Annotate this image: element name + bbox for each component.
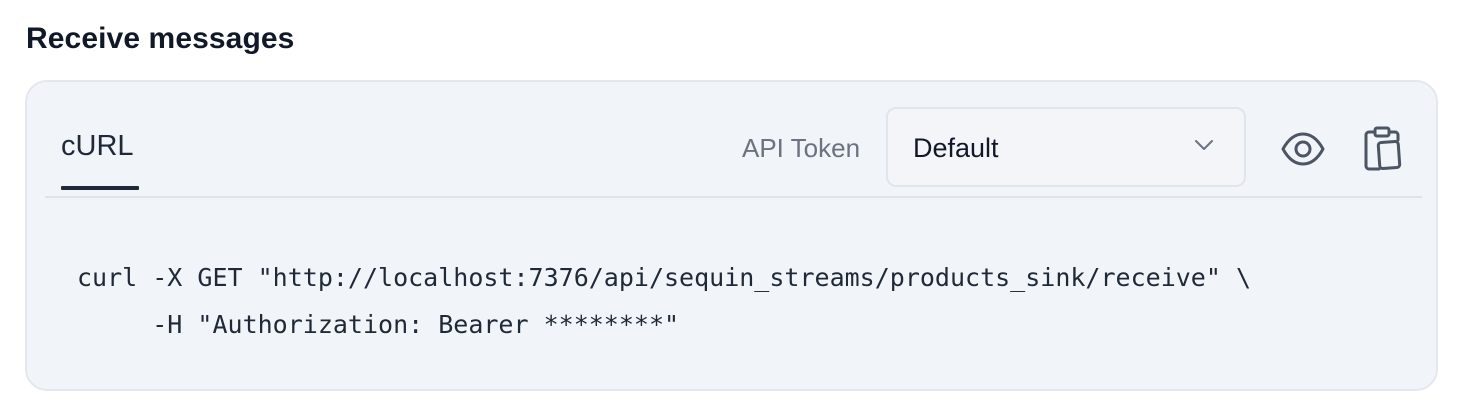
tab-curl[interactable]: cURL	[61, 130, 134, 163]
copy-code-button[interactable]	[1361, 124, 1407, 171]
code-line: curl -X GET "http://localhost:7376/api/s…	[77, 263, 1251, 292]
tab-bar: cURL API Token Default	[45, 82, 1422, 198]
api-token-select[interactable]: Default	[886, 107, 1246, 187]
api-token-select-value: Default	[913, 133, 999, 163]
chevron-down-icon	[1195, 140, 1213, 150]
reveal-token-button[interactable]	[1280, 126, 1326, 172]
code-card: cURL API Token Default curl -X GET "http	[25, 80, 1438, 391]
clipboard-copy-icon	[1364, 126, 1402, 171]
section-title: Receive messages	[26, 22, 295, 55]
curl-code-block[interactable]: curl -X GET "http://localhost:7376/api/s…	[77, 254, 1251, 348]
api-token-label: API Token	[742, 133, 861, 163]
active-tab-indicator	[61, 186, 139, 190]
code-line: -H "Authorization: Bearer ********"	[77, 310, 680, 339]
eye-icon	[1281, 132, 1325, 166]
